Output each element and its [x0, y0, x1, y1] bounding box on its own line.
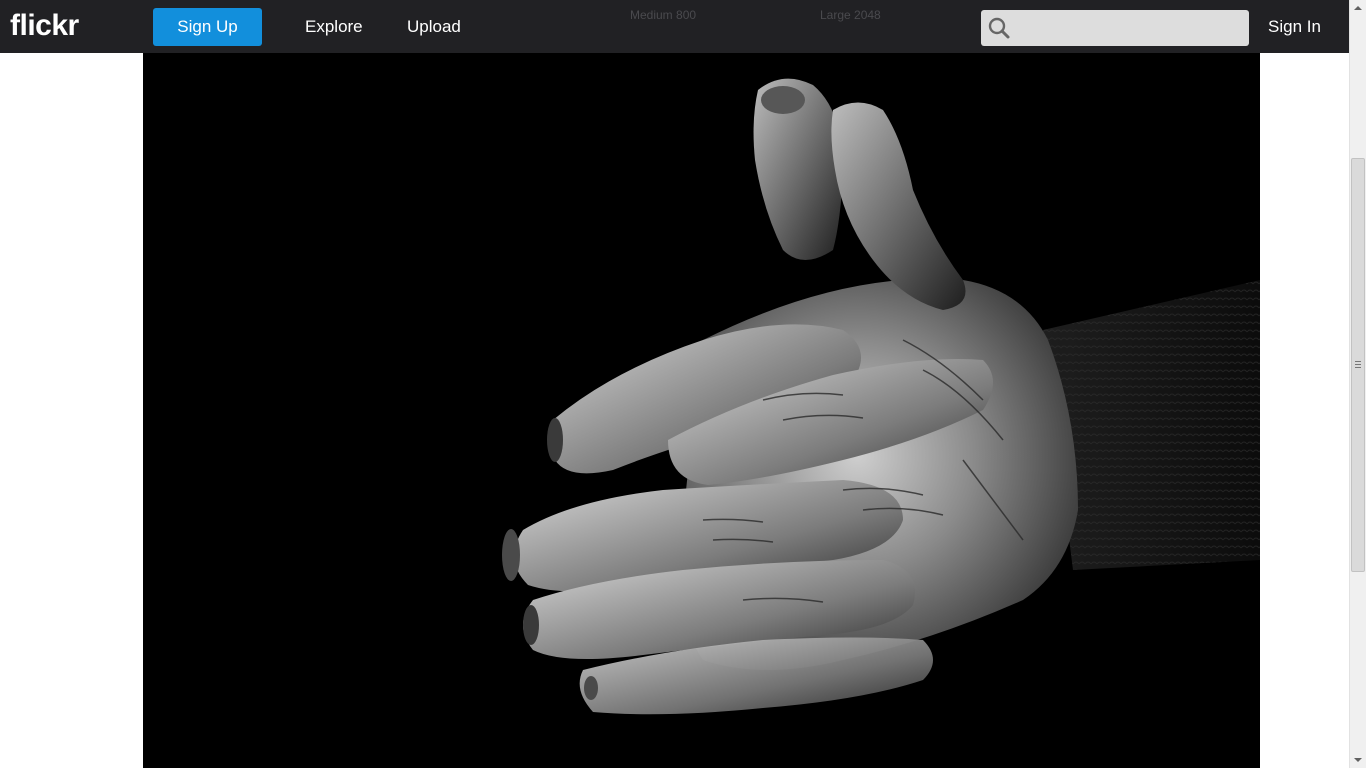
search-icon[interactable]: [987, 16, 1011, 40]
hands-photo-image: [143, 40, 1260, 768]
main-photo[interactable]: [143, 40, 1260, 768]
size-hint-medium: Medium 800: [630, 8, 697, 22]
scroll-up-arrow-icon[interactable]: [1350, 0, 1366, 17]
flickr-logo[interactable]: flickr: [10, 8, 79, 44]
page: flickr Sign Up Medium 800 Large 2048 Exp…: [0, 0, 1349, 768]
scrollbar-grip: [1355, 367, 1361, 368]
nav-explore-link[interactable]: Explore: [305, 8, 363, 46]
scrollbar-grip: [1355, 361, 1361, 362]
top-navigation-bar: flickr Sign Up Medium 800 Large 2048 Exp…: [0, 0, 1349, 53]
nav-upload-link[interactable]: Upload: [407, 8, 461, 46]
scrollbar-thumb[interactable]: [1351, 158, 1365, 572]
sign-up-button[interactable]: Sign Up: [153, 8, 262, 46]
sign-in-link[interactable]: Sign In: [1268, 8, 1321, 46]
scrollbar-grip: [1355, 364, 1361, 365]
size-hint-large: Large 2048: [820, 8, 881, 22]
vertical-scrollbar[interactable]: [1349, 0, 1366, 768]
scroll-down-arrow-icon[interactable]: [1350, 751, 1366, 768]
search-box[interactable]: [981, 10, 1249, 48]
search-input[interactable]: [1017, 10, 1247, 48]
